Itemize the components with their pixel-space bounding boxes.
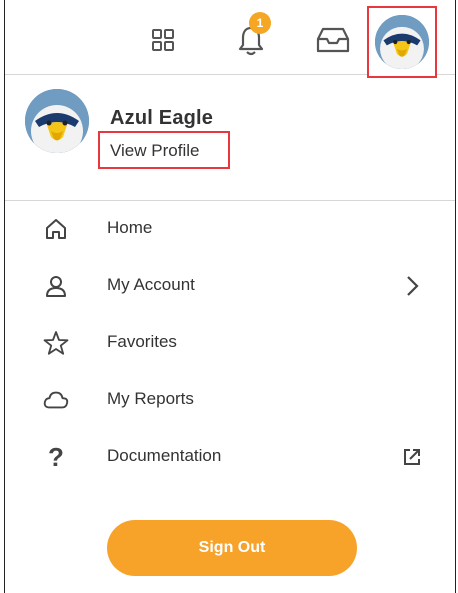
menu-item-documentation[interactable]: ? Documentation [5, 428, 455, 485]
notifications-button[interactable]: 1 [229, 12, 273, 60]
menu-item-my-account[interactable]: My Account [5, 257, 455, 314]
inbox-icon [316, 27, 350, 53]
profile-menu-panel: 1 Azul Eagle View Profile Home My Accoun… [4, 0, 456, 593]
profile-section: Azul Eagle View Profile [5, 75, 455, 201]
menu-item-label: Favorites [107, 332, 177, 351]
view-profile-link[interactable]: View Profile [98, 131, 230, 169]
external-link-icon [399, 444, 425, 470]
apps-grid-icon [152, 29, 174, 51]
eagle-mascot-avatar [25, 89, 89, 153]
chevron-right-icon [399, 273, 425, 299]
question-icon: ? [48, 442, 64, 472]
apps-button[interactable] [145, 22, 181, 58]
sign-out-button[interactable]: Sign Out [107, 520, 357, 576]
profile-avatar [25, 89, 89, 153]
eagle-mascot-avatar [375, 15, 429, 69]
menu-item-favorites[interactable]: Favorites [5, 314, 455, 371]
avatar [375, 15, 429, 69]
profile-avatar-button[interactable] [367, 6, 437, 78]
cloud-icon [43, 387, 69, 413]
menu-item-label: Home [107, 218, 153, 237]
user-name: Azul Eagle [110, 107, 214, 129]
home-icon [43, 216, 69, 242]
menu-item-my-reports[interactable]: My Reports [5, 371, 455, 428]
inbox-button[interactable] [311, 22, 355, 58]
top-bar: 1 [5, 0, 455, 78]
menu-item-label: My Reports [107, 389, 194, 408]
star-icon [43, 330, 69, 356]
menu-item-label: My Account [107, 275, 195, 294]
user-icon [43, 273, 69, 299]
menu-item-home[interactable]: Home [5, 200, 455, 257]
menu-item-label: Documentation [107, 446, 222, 465]
main-menu: Home My Account Favorites My Reports ? D… [5, 200, 455, 485]
notification-count-badge: 1 [249, 12, 271, 34]
